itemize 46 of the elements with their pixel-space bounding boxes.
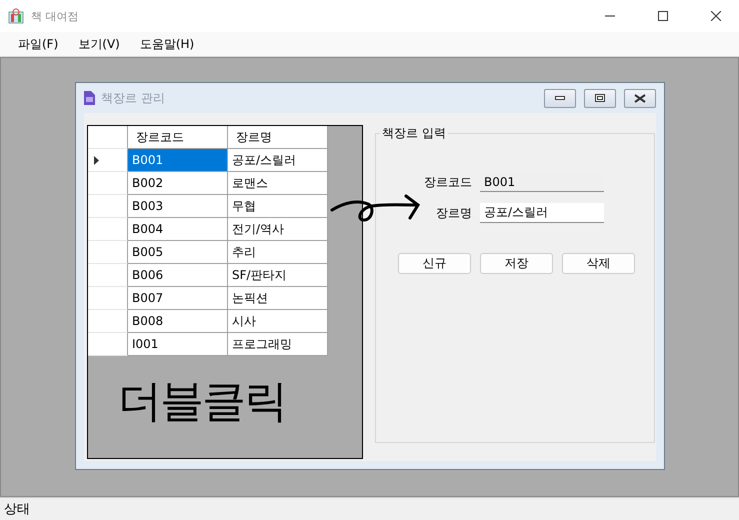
window-title: 책 대여점 [31,8,80,24]
group-title: 책장르 입력 [381,125,447,142]
restore-button[interactable] [584,88,616,108]
handwritten-annotation: 더블클릭 [118,375,286,429]
table-cell[interactable]: B006 [128,264,228,287]
restore-icon [595,94,605,102]
table-cell[interactable]: 무협 [228,195,328,218]
table-cell[interactable]: 로맨스 [228,172,328,195]
maximize-icon [658,11,668,21]
table-cell[interactable]: B002 [128,172,228,195]
table-cell[interactable]: SF/판타지 [228,264,328,287]
table-cell[interactable]: 시사 [228,310,328,333]
close-icon [634,94,646,102]
input-field[interactable]: 공포/스릴러 [480,203,604,223]
field-label: 장르코드 [424,174,472,190]
table-cell[interactable]: 논픽션 [228,287,328,310]
table-cell[interactable]: 프로그래밍 [228,333,328,356]
table-cell[interactable]: B003 [128,195,228,218]
menu-item[interactable]: 파일(F) [8,36,68,52]
app-icon [8,8,24,24]
current-row-icon [94,156,99,164]
table-cell[interactable]: B004 [128,218,228,241]
menu-item[interactable]: 도움말(H) [130,36,204,52]
row-header[interactable] [88,149,128,172]
column-header[interactable]: 장르명 [228,126,328,149]
action-button[interactable]: 신규 [398,253,471,274]
field-label: 장르명 [436,204,472,222]
table-cell[interactable]: B007 [128,287,228,310]
document-icon [84,91,95,105]
menu-item[interactable]: 보기(V) [68,36,130,52]
table-cell[interactable]: 추리 [228,241,328,264]
close-icon [711,11,721,21]
child-window-title: 책장르 관리 [101,90,166,106]
table-cell[interactable]: 공포/스릴러 [228,149,328,172]
action-button[interactable]: 저장 [480,253,553,274]
minimize-button[interactable] [544,88,576,108]
action-button[interactable]: 삭제 [562,253,635,274]
status-text: 상태 [4,501,30,518]
table-cell[interactable]: B005 [128,241,228,264]
table-cell[interactable]: 전기/역사 [228,218,328,241]
column-header[interactable]: 장르코드 [128,126,228,149]
table-cell[interactable]: B001 [128,149,228,172]
minimize-icon [555,96,565,100]
table-cell[interactable]: B008 [128,310,228,333]
close-button[interactable] [624,88,656,108]
table-cell[interactable]: I001 [128,333,228,356]
